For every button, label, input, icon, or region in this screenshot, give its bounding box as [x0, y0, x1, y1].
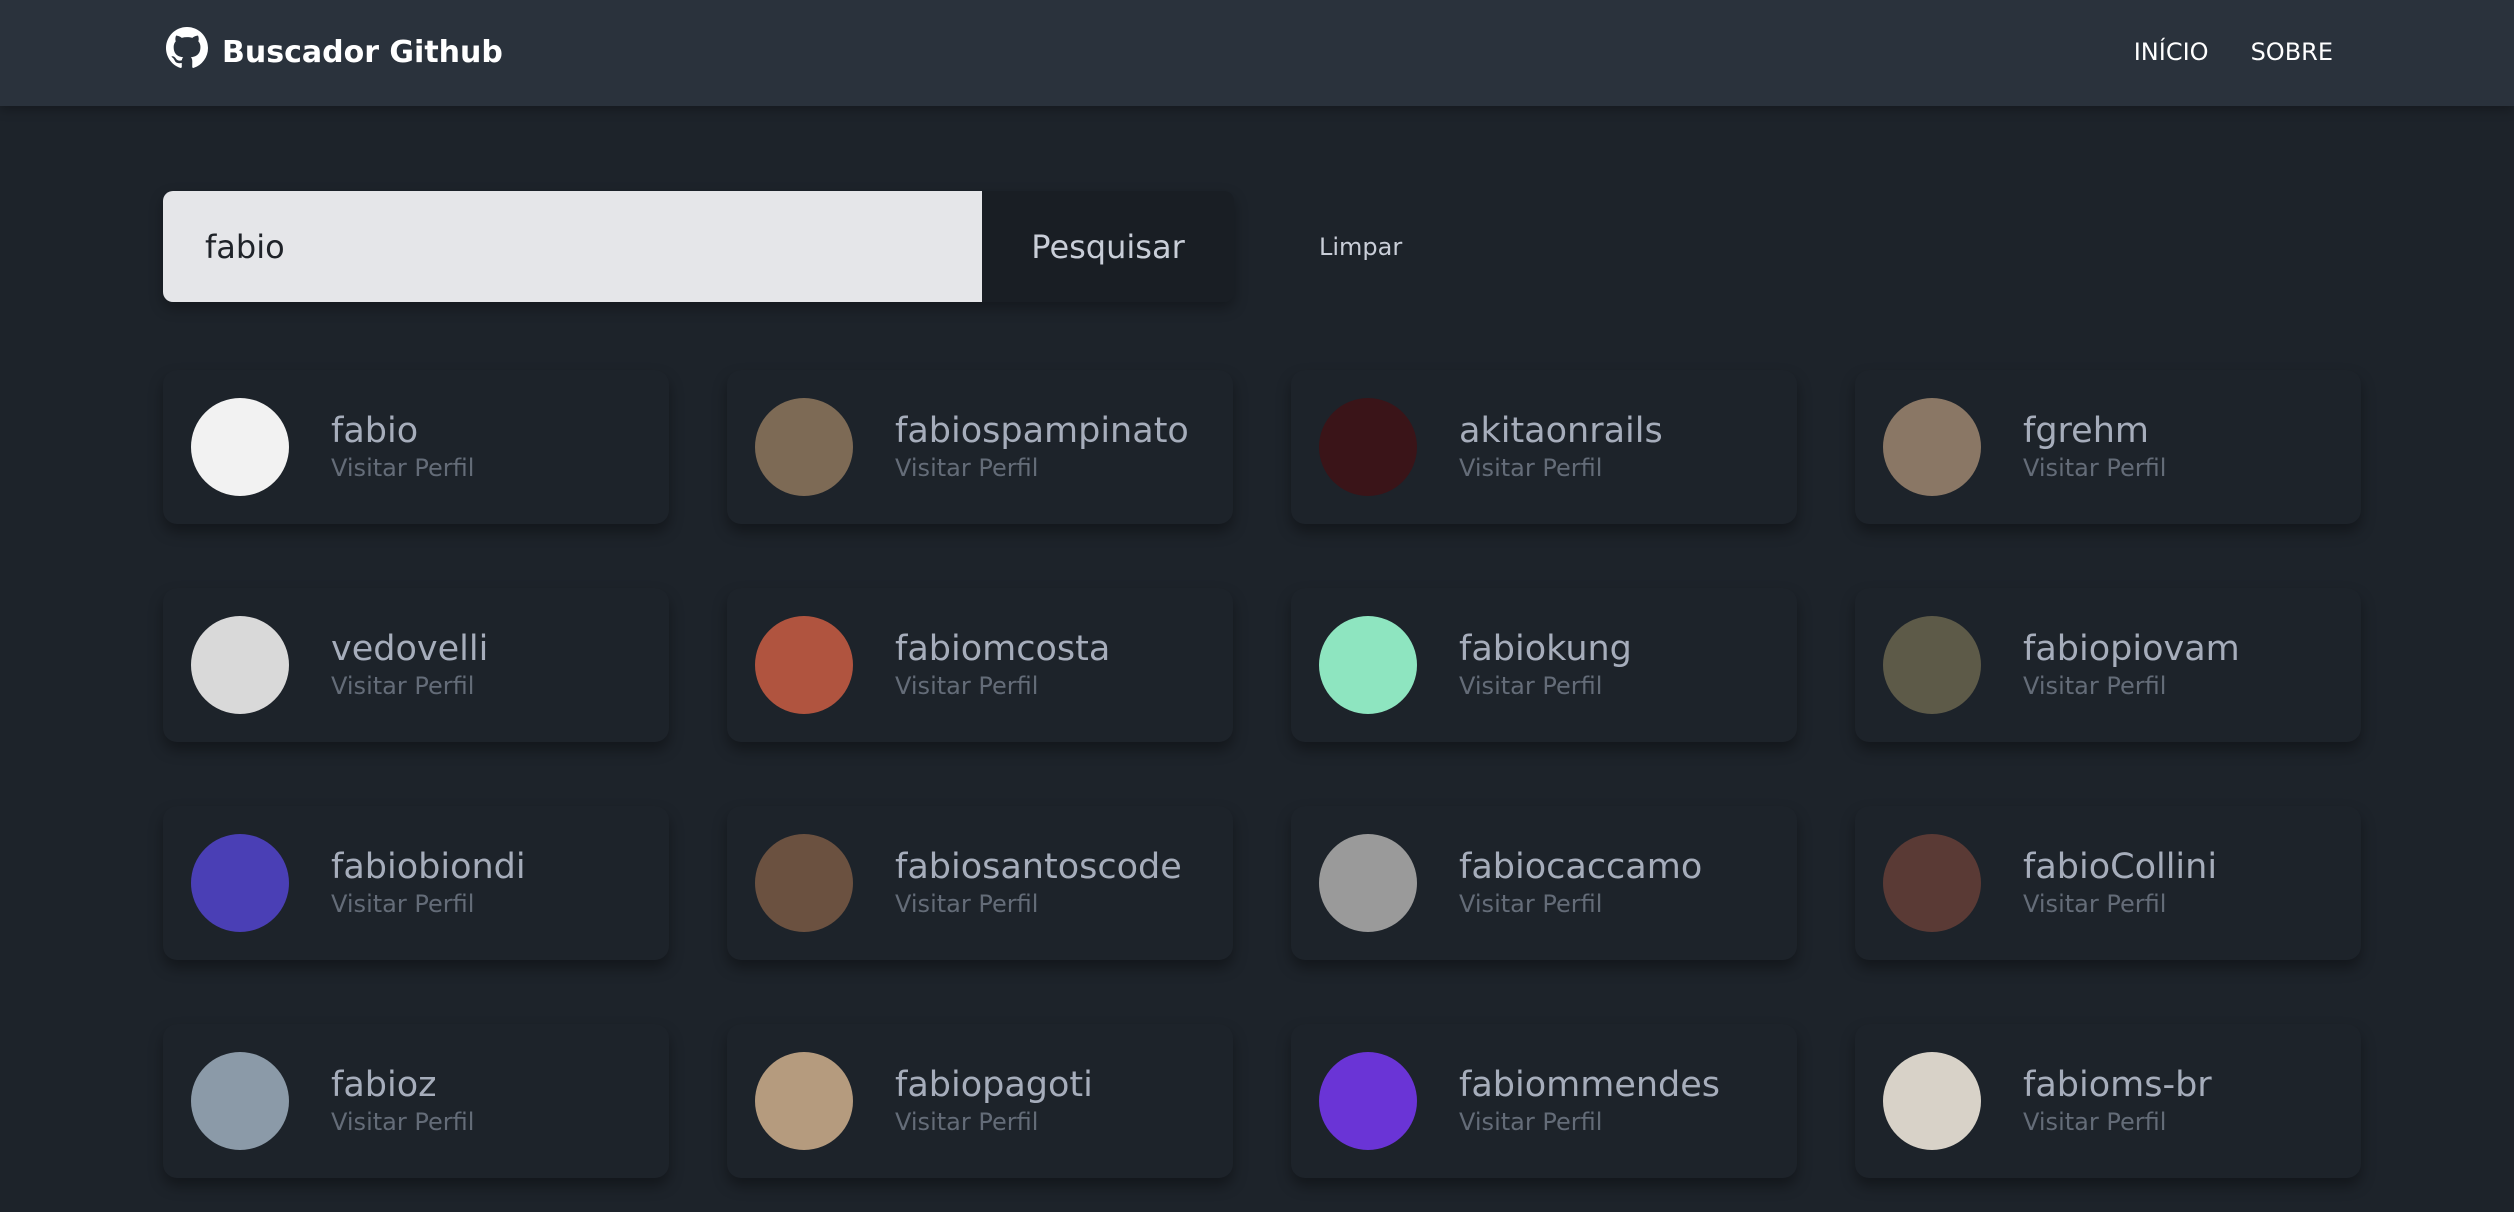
avatar [1319, 616, 1417, 714]
avatar [191, 1052, 289, 1150]
user-login: fabiosantoscode [895, 847, 1182, 887]
nav-link-inicio[interactable]: INÍCIO [2134, 38, 2209, 66]
visit-profile-link[interactable]: Visitar Perfil [1459, 1106, 1720, 1138]
avatar [755, 1052, 853, 1150]
user-login: fabioCollini [2023, 847, 2218, 887]
user-login: fabioms-br [2023, 1065, 2212, 1105]
avatar [755, 398, 853, 496]
visit-profile-link[interactable]: Visitar Perfil [331, 452, 474, 484]
user-card-text: fabiommendes Visitar Perfil [1459, 1064, 1720, 1138]
user-card-text: fgrehm Visitar Perfil [2023, 410, 2166, 484]
visit-profile-link[interactable]: Visitar Perfil [2023, 452, 2166, 484]
avatar [191, 616, 289, 714]
user-card[interactable]: fabiocaccamo Visitar Perfil [1291, 806, 1797, 960]
avatar [191, 834, 289, 932]
visit-profile-link[interactable]: Visitar Perfil [1459, 670, 1632, 702]
results-grid: fabio Visitar Perfil fabiospampinato Visita… [163, 370, 2361, 1178]
user-card-text: akitaonrails Visitar Perfil [1459, 410, 1663, 484]
user-login: fabiommendes [1459, 1065, 1721, 1105]
visit-profile-link[interactable]: Visitar Perfil [1459, 452, 1663, 484]
navbar: Buscador Github INÍCIO SOBRE [0, 0, 2514, 106]
user-card[interactable]: fabiopiovam Visitar Perfil [1855, 588, 2361, 742]
user-login: fabiomcosta [895, 629, 1111, 669]
visit-profile-link[interactable]: Visitar Perfil [2023, 1106, 2212, 1138]
visit-profile-link[interactable]: Visitar Perfil [331, 670, 488, 702]
user-card-text: fabiokung Visitar Perfil [1459, 628, 1632, 702]
clear-button[interactable]: Limpar [1319, 227, 1402, 267]
user-card-text: fabioms-br Visitar Perfil [2023, 1064, 2212, 1138]
user-login: fabiokung [1459, 629, 1632, 669]
visit-profile-link[interactable]: Visitar Perfil [331, 888, 526, 920]
github-icon [166, 27, 208, 77]
avatar [1319, 834, 1417, 932]
user-card[interactable]: fabioz Visitar Perfil [163, 1024, 669, 1178]
brand-link[interactable]: Buscador Github [166, 27, 503, 77]
avatar [1883, 834, 1981, 932]
search-row: Pesquisar Limpar [163, 191, 1463, 302]
visit-profile-link[interactable]: Visitar Perfil [895, 888, 1182, 920]
user-login: fgrehm [2023, 411, 2149, 451]
user-card-text: fabiocaccamo Visitar Perfil [1459, 846, 1702, 920]
user-login: fabiopagoti [895, 1065, 1093, 1105]
visit-profile-link[interactable]: Visitar Perfil [2023, 888, 2217, 920]
search-input[interactable] [163, 191, 982, 302]
avatar [1883, 398, 1981, 496]
avatar [1319, 398, 1417, 496]
visit-profile-link[interactable]: Visitar Perfil [895, 1106, 1093, 1138]
user-card[interactable]: fabiommendes Visitar Perfil [1291, 1024, 1797, 1178]
user-card-text: fabioz Visitar Perfil [331, 1064, 474, 1138]
user-login: fabiopiovam [2023, 629, 2240, 669]
user-card[interactable]: fabiopagoti Visitar Perfil [727, 1024, 1233, 1178]
avatar [755, 616, 853, 714]
user-login: akitaonrails [1459, 411, 1663, 451]
user-card-text: fabiopiovam Visitar Perfil [2023, 628, 2240, 702]
user-card[interactable]: fabio Visitar Perfil [163, 370, 669, 524]
nav-link-sobre[interactable]: SOBRE [2251, 38, 2333, 66]
nav-links: INÍCIO SOBRE [2134, 30, 2333, 74]
search-box: Pesquisar [163, 191, 1234, 302]
user-card[interactable]: fabioCollini Visitar Perfil [1855, 806, 2361, 960]
user-card[interactable]: fabiospampinato Visitar Perfil [727, 370, 1233, 524]
user-card-text: fabiobiondi Visitar Perfil [331, 846, 526, 920]
visit-profile-link[interactable]: Visitar Perfil [895, 670, 1110, 702]
user-card[interactable]: vedovelli Visitar Perfil [163, 588, 669, 742]
avatar [191, 398, 289, 496]
user-card-text: fabiomcosta Visitar Perfil [895, 628, 1110, 702]
brand-title: Buscador Github [222, 34, 503, 70]
avatar [1319, 1052, 1417, 1150]
user-card[interactable]: fabiobiondi Visitar Perfil [163, 806, 669, 960]
user-card[interactable]: akitaonrails Visitar Perfil [1291, 370, 1797, 524]
visit-profile-link[interactable]: Visitar Perfil [1459, 888, 1702, 920]
user-card-text: fabiospampinato Visitar Perfil [895, 410, 1189, 484]
user-login: fabio [331, 411, 419, 451]
visit-profile-link[interactable]: Visitar Perfil [2023, 670, 2240, 702]
search-button[interactable]: Pesquisar [982, 191, 1234, 302]
user-login: fabiospampinato [895, 411, 1189, 451]
avatar [1883, 1052, 1981, 1150]
user-card[interactable]: fgrehm Visitar Perfil [1855, 370, 2361, 524]
avatar [1883, 616, 1981, 714]
user-login: fabiobiondi [331, 847, 526, 887]
user-card-text: fabiosantoscode Visitar Perfil [895, 846, 1182, 920]
visit-profile-link[interactable]: Visitar Perfil [895, 452, 1189, 484]
user-card[interactable]: fabiokung Visitar Perfil [1291, 588, 1797, 742]
user-login: vedovelli [331, 629, 489, 669]
user-card[interactable]: fabiomcosta Visitar Perfil [727, 588, 1233, 742]
user-card[interactable]: fabiosantoscode Visitar Perfil [727, 806, 1233, 960]
user-card-text: fabio Visitar Perfil [331, 410, 474, 484]
user-card[interactable]: fabioms-br Visitar Perfil [1855, 1024, 2361, 1178]
user-login: fabioz [331, 1065, 437, 1105]
avatar [755, 834, 853, 932]
user-card-text: fabioCollini Visitar Perfil [2023, 846, 2217, 920]
user-card-text: fabiopagoti Visitar Perfil [895, 1064, 1093, 1138]
visit-profile-link[interactable]: Visitar Perfil [331, 1106, 474, 1138]
user-card-text: vedovelli Visitar Perfil [331, 628, 488, 702]
user-login: fabiocaccamo [1459, 847, 1703, 887]
